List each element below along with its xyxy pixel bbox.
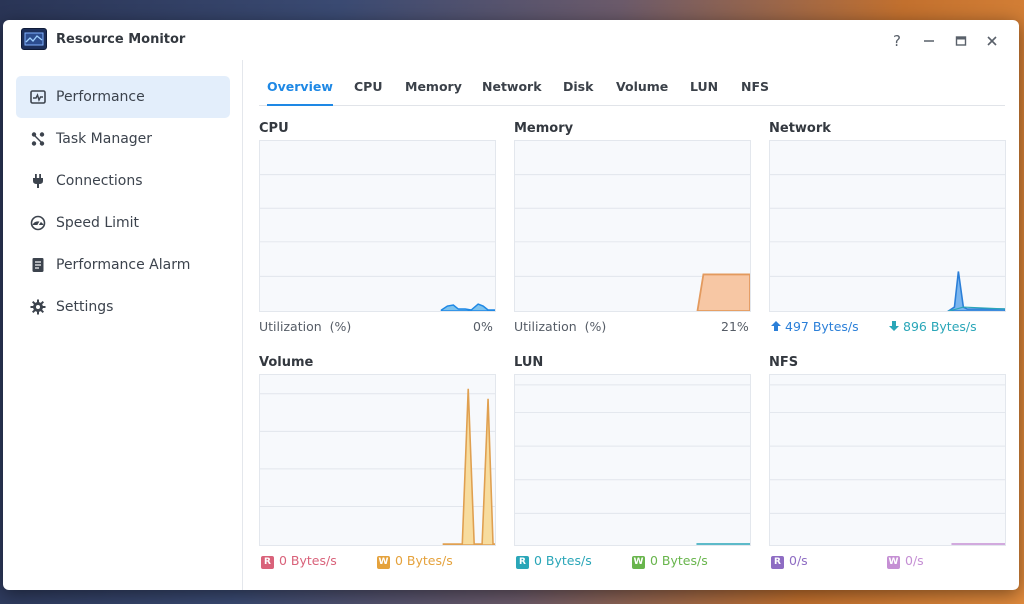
arrow-up-icon [771,321,781,331]
window-title: Resource Monitor [56,32,186,47]
network-chart[interactable] [769,140,1006,312]
resource-monitor-app-icon [21,28,47,50]
cpu-chart[interactable] [259,140,496,312]
resource-monitor-window: Resource Monitor ? Performance Task Mana… [3,20,1019,590]
arrow-down-icon [889,321,899,331]
lun-panel-title[interactable]: LUN [514,355,543,370]
sidebar-item-label: Speed Limit [56,215,140,231]
sidebar-item-task-manager[interactable]: Task Manager [16,118,230,160]
sidebar-item-label: Performance Alarm [56,257,191,273]
chart-gridlines [770,384,1005,514]
tab-disk[interactable]: Disk [563,79,593,106]
lun-chart[interactable] [514,374,751,546]
memory-utilization-label: Utilization (%) [514,319,607,334]
sidebar-item-settings[interactable]: Settings [16,286,230,328]
cpu-usage-series [440,303,495,311]
volume-write-series [442,388,495,545]
read-badge: R [516,556,529,569]
memory-chart[interactable] [514,140,751,312]
chart-gridlines [260,393,495,507]
cpu-panel-title[interactable]: CPU [259,121,289,136]
volume-chart[interactable] [259,374,496,546]
help-icon: ? [893,32,901,50]
read-badge: R [771,556,784,569]
task-manager-icon [31,132,45,146]
lun-write-rate: W0 Bytes/s [632,553,708,569]
volume-read-rate: R0 Bytes/s [261,553,337,569]
nfs-panel-title[interactable]: NFS [769,355,798,370]
sidebar-item-label: Settings [56,299,114,315]
memory-panel-title[interactable]: Memory [514,121,573,136]
tab-overview[interactable]: Overview [267,79,333,106]
nfs-read-rate: R 0/s [771,553,808,569]
write-badge: W [377,556,390,569]
sidebar-item-performance-alarm[interactable]: Performance Alarm [16,244,230,286]
sidebar-item-speed-limit[interactable]: Speed Limit [16,202,230,244]
volume-panel-title[interactable]: Volume [259,355,313,370]
gear-icon [30,299,46,315]
memory-utilization-value: 21% [721,319,749,334]
tab-cpu[interactable]: CPU [354,79,383,106]
tab-volume[interactable]: Volume [616,79,668,106]
chart-gridlines [515,174,750,277]
network-download-rate: 896 Bytes/s [889,319,977,334]
tab-nfs[interactable]: NFS [741,79,769,106]
volume-write-rate: W0 Bytes/s [377,553,453,569]
write-badge: W [887,556,900,569]
network-upload-rate: 497 Bytes/s [771,319,859,334]
sidebar-item-label: Connections [56,173,143,189]
nfs-write-rate: W 0/s [887,553,924,569]
tab-network[interactable]: Network [482,79,542,106]
close-button[interactable] [981,30,1003,52]
memory-usage-series [696,273,750,311]
lun-read-rate: R0 Bytes/s [516,553,592,569]
cpu-utilization-label: Utilization (%) [259,319,352,334]
close-icon [987,36,997,46]
chart-gridlines [770,174,1005,277]
chart-gridlines [260,174,495,277]
chart-gridlines [515,384,750,514]
plug-icon [33,174,43,188]
sidebar-item-connections[interactable]: Connections [16,160,230,202]
minimize-icon [924,40,934,42]
gauge-icon [30,215,46,231]
sidebar: Performance Task Manager Connections Spe… [3,60,243,590]
sidebar-item-label: Task Manager [56,131,153,147]
tab-bar: Overview CPU Memory Network Disk Volume … [259,76,1005,106]
maximize-icon [955,36,967,46]
performance-icon [30,90,46,104]
network-download-series [947,271,1005,311]
nfs-chart[interactable] [769,374,1006,546]
cpu-utilization-value: 0% [473,319,493,334]
minimize-button[interactable] [918,30,940,52]
network-panel-title[interactable]: Network [769,121,831,136]
read-badge: R [261,556,274,569]
tab-memory[interactable]: Memory [405,79,462,106]
help-button[interactable]: ? [886,30,908,52]
alarm-document-icon [32,258,44,272]
write-badge: W [632,556,645,569]
tab-lun[interactable]: LUN [690,79,718,106]
sidebar-item-label: Performance [56,89,145,105]
maximize-button[interactable] [950,30,972,52]
sidebar-item-performance[interactable]: Performance [16,76,230,118]
title-bar[interactable]: Resource Monitor ? [3,20,1019,60]
